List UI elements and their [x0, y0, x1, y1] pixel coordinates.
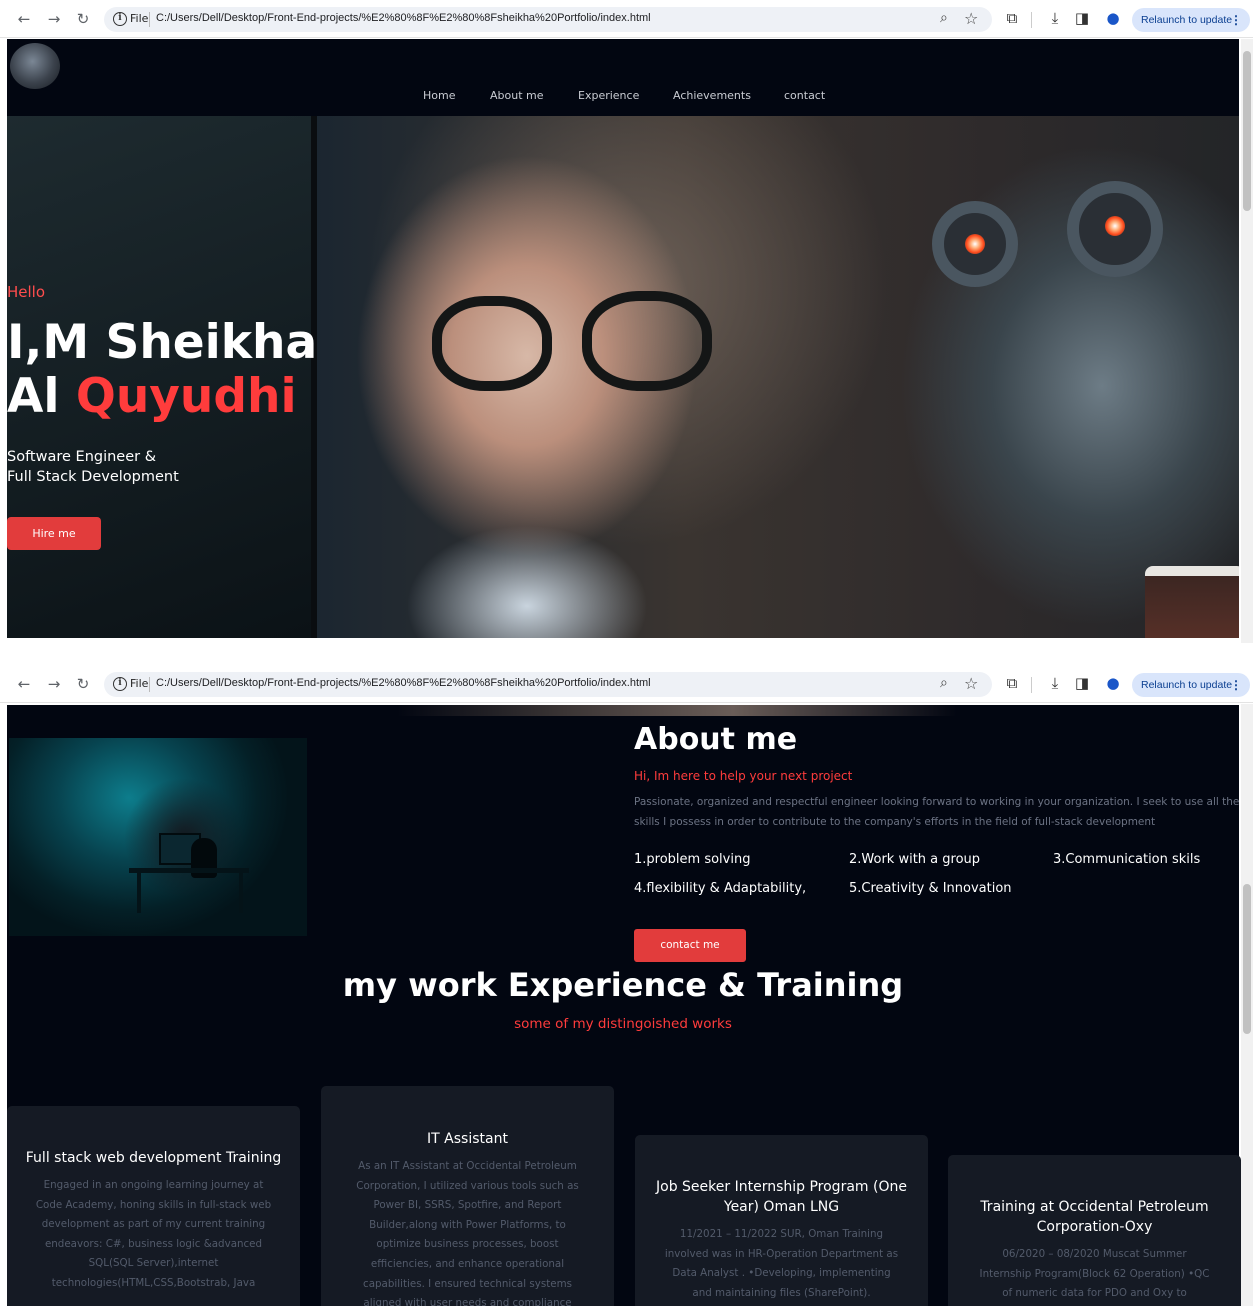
card-title: Full stack web development Training	[25, 1150, 282, 1166]
profile-icon[interactable]: ●	[1103, 9, 1123, 27]
zoom-icon[interactable]: ⌕	[940, 675, 948, 691]
divider	[149, 12, 150, 27]
scrollbar[interactable]	[1241, 39, 1253, 643]
extensions-icon[interactable]: ⧉	[1002, 674, 1022, 692]
hero-role-line2: Full Stack Development	[7, 469, 179, 485]
relaunch-button[interactable]: Relaunch to update ⋮	[1132, 8, 1250, 32]
url-text[interactable]: C:/Users/Dell/Desktop/Front-End-projects…	[156, 12, 651, 24]
about-subtitle: Hi, Im here to help your next project	[634, 769, 853, 783]
experience-card: Training at Occidental Petroleum Corpora…	[948, 1155, 1241, 1306]
download-icon[interactable]: ⤓	[1045, 9, 1065, 27]
desk-leg-shape	[239, 873, 243, 913]
about-text: Passionate, organized and respectful eng…	[634, 796, 1240, 828]
card-title: Training at Occidental Petroleum Corpora…	[980, 1199, 1209, 1235]
experience-card: IT Assistant As an IT Assistant at Occid…	[321, 1086, 614, 1306]
contact-me-button[interactable]: contact me	[634, 929, 746, 962]
scrollbar-thumb[interactable]	[1243, 884, 1251, 1034]
card-text: 11/2021 – 11/2022 SUR, Oman Training inv…	[664, 1228, 899, 1299]
menu-dots-icon[interactable]: ⋮	[1230, 8, 1242, 32]
robot-glow-left	[965, 234, 985, 254]
browser-toolbar: ← → ↻ i File C:/Users/Dell/Desktop/Front…	[0, 0, 1253, 38]
hero-name: I,M Sheikha Al Quyudhi	[7, 316, 317, 424]
skill-item: 1.problem solving	[634, 852, 751, 867]
scrollbar-thumb[interactable]	[1243, 51, 1251, 211]
coffee-cup-shape	[1145, 566, 1239, 638]
nav-item-about[interactable]: About me	[490, 89, 544, 102]
about-title: About me	[634, 722, 798, 757]
zoom-icon[interactable]: ⌕	[940, 10, 948, 26]
experience-card: Full stack web development Training Enga…	[7, 1106, 300, 1306]
back-icon[interactable]: ←	[14, 9, 34, 29]
divider	[1031, 677, 1032, 693]
back-icon[interactable]: ←	[14, 674, 34, 694]
profile-icon[interactable]: ●	[1103, 674, 1123, 692]
screenshot-top: ← → ↻ i File C:/Users/Dell/Desktop/Front…	[0, 0, 1253, 643]
nav-item-achievements[interactable]: Achievements	[673, 89, 751, 102]
scheme-label: File	[130, 677, 149, 690]
card-text: 06/2020 – 08/2020 Muscat Summer Internsh…	[979, 1248, 1210, 1300]
experience-subtitle: some of my distingoished works	[514, 1016, 732, 1032]
hire-me-button[interactable]: Hire me	[7, 517, 101, 550]
glasses-left-shape	[432, 296, 552, 391]
relaunch-button[interactable]: Relaunch to update ⋮	[1132, 673, 1250, 697]
avatar[interactable]	[10, 43, 60, 89]
download-icon[interactable]: ⤓	[1045, 674, 1065, 692]
hero-name-line1: I,M Sheikha	[7, 315, 318, 370]
sidepanel-icon[interactable]: ◨	[1072, 9, 1092, 27]
experience-title: my work Experience & Training	[342, 966, 904, 1004]
scheme-label: File	[130, 12, 149, 25]
forward-icon[interactable]: →	[44, 674, 64, 694]
desk-shape	[129, 868, 249, 873]
star-icon[interactable]: ☆	[964, 674, 978, 693]
page-content: About me Hi, Im here to help your next p…	[7, 705, 1241, 1306]
divider	[149, 677, 150, 692]
site-navbar: Home About me Experience Achievements co…	[7, 39, 1239, 116]
reload-icon[interactable]: ↻	[73, 674, 93, 694]
hero-greeting: Hello	[7, 283, 46, 301]
nav-item-contact[interactable]: contact	[784, 89, 825, 102]
menu-dots-icon[interactable]: ⋮	[1230, 673, 1242, 697]
glasses-right-shape	[582, 291, 712, 391]
info-icon[interactable]: i	[113, 677, 127, 691]
hero-image-edge	[397, 705, 957, 716]
divider	[1031, 12, 1032, 28]
address-bar[interactable]: i File C:/Users/Dell/Desktop/Front-End-p…	[104, 7, 992, 32]
skill-item: 2.Work with a group	[849, 852, 981, 867]
desk-leg-shape	[137, 873, 141, 913]
relaunch-label: Relaunch to update	[1141, 679, 1233, 691]
forward-icon[interactable]: →	[44, 9, 64, 29]
card-title: Job Seeker Internship Program (One Year)…	[656, 1179, 907, 1215]
url-text[interactable]: C:/Users/Dell/Desktop/Front-End-projects…	[156, 677, 651, 689]
relaunch-label: Relaunch to update	[1141, 14, 1233, 26]
skill-item: 4.flexibility & Adaptability,	[634, 881, 807, 896]
experience-card: Job Seeker Internship Program (One Year)…	[635, 1135, 928, 1306]
browser-toolbar: ← → ↻ i File C:/Users/Dell/Desktop/Front…	[0, 665, 1253, 703]
hero-role-line1: Software Engineer &	[7, 449, 157, 465]
star-icon[interactable]: ☆	[964, 9, 978, 28]
sidepanel-icon[interactable]: ◨	[1072, 674, 1092, 692]
card-text: Engaged in an ongoing learning journey a…	[35, 1179, 272, 1289]
scrollbar[interactable]	[1241, 704, 1253, 1306]
skill-item: 5.Creativity & Innovation	[849, 881, 1012, 896]
about-image	[9, 738, 307, 936]
reload-icon[interactable]: ↻	[73, 9, 93, 29]
extensions-icon[interactable]: ⧉	[1002, 9, 1022, 27]
hero-name-line2a: Al	[7, 369, 76, 424]
hero-name-line2b: Quyudhi	[75, 369, 297, 424]
nav-item-home[interactable]: Home	[423, 89, 455, 102]
card-text: As an IT Assistant at Occidental Petrole…	[356, 1160, 579, 1306]
hero-role: Software Engineer & Full Stack Developme…	[7, 447, 179, 487]
robot-glow-right	[1105, 216, 1125, 236]
nav-item-experience[interactable]: Experience	[578, 89, 639, 102]
screenshot-bottom: ← → ↻ i File C:/Users/Dell/Desktop/Front…	[0, 665, 1253, 1306]
address-bar[interactable]: i File C:/Users/Dell/Desktop/Front-End-p…	[104, 672, 992, 697]
skill-item: 3.Communication skils	[1053, 852, 1201, 867]
card-title: IT Assistant	[427, 1131, 508, 1147]
info-icon[interactable]: i	[113, 12, 127, 26]
